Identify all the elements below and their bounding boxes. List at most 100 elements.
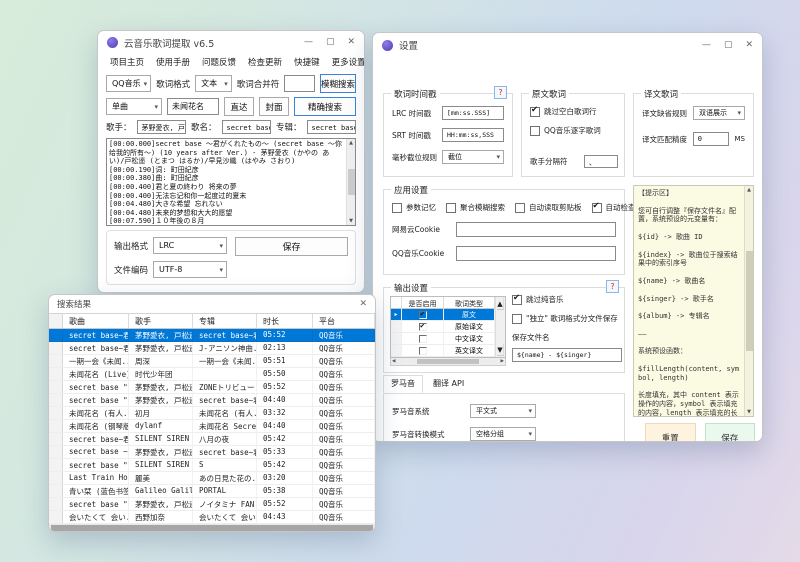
row-selector[interactable] <box>49 498 63 510</box>
maximize-icon[interactable]: ▢ <box>724 41 733 50</box>
romaji-system-select[interactable]: 平文式 ▾ <box>470 404 536 418</box>
row-selector[interactable] <box>49 420 63 432</box>
horizontal-scrollbar[interactable]: ◀ ▶ <box>390 358 506 366</box>
lyrics-scrollbar[interactable]: ▲ ▼ <box>346 139 355 225</box>
row-selector[interactable] <box>49 355 63 367</box>
scroll-up-icon[interactable]: ▲ <box>497 298 503 310</box>
translation-precision-input[interactable]: 0 <box>693 132 729 146</box>
filename-input[interactable]: ${name} - ${singer} <box>512 348 622 362</box>
enabled-cell[interactable] <box>402 309 444 321</box>
row-selector[interactable] <box>49 446 63 458</box>
checkbox[interactable] <box>419 335 427 343</box>
table-row[interactable]: secret base "君.. 茅野愛衣, 戸松遥.. ノイタミナ FAN..… <box>49 498 375 511</box>
help-icon[interactable]: ? <box>494 86 507 99</box>
maximize-icon[interactable]: ▢ <box>326 38 335 47</box>
checkbox[interactable] <box>512 314 522 324</box>
album-field[interactable]: secret base~君 <box>307 120 356 134</box>
cover-button[interactable]: 封面 <box>259 97 289 116</box>
checkbox-option[interactable]: 聚合模糊搜索 <box>446 202 505 213</box>
col-album[interactable]: 专辑 <box>193 314 257 328</box>
lrc-timestamp-input[interactable]: [mm:ss.SSS] <box>442 106 504 120</box>
menu-item[interactable]: 快捷键 <box>294 56 320 68</box>
table-row[interactable]: secret base~君.. SILENT SIREN 八月の夜 05:42 … <box>49 433 375 446</box>
row-selector[interactable] <box>49 433 63 445</box>
save-button[interactable]: 保存 <box>705 423 756 442</box>
horizontal-scrollbar[interactable] <box>49 524 375 532</box>
close-icon[interactable]: ✕ <box>359 300 367 309</box>
scroll-right-icon[interactable]: ▶ <box>501 359 504 364</box>
type-select[interactable]: 单曲 ▾ <box>106 98 162 115</box>
row-selector[interactable] <box>49 407 63 419</box>
checkbox[interactable] <box>515 203 525 213</box>
col-platform[interactable]: 平台 <box>313 314 375 328</box>
row-selector[interactable] <box>391 333 402 345</box>
row-selector[interactable] <box>49 381 63 393</box>
row-selector[interactable] <box>49 459 63 471</box>
table-row[interactable]: secret base "君.. 茅野愛衣, 戸松遥.. secret base… <box>49 394 375 407</box>
translation-rule-select[interactable]: 双语展示 ▾ <box>693 106 745 120</box>
ms-rule-select[interactable]: 截位 ▾ <box>442 150 504 164</box>
menu-item[interactable]: 更多设置 <box>332 56 365 68</box>
table-row[interactable]: 未闻花名 (Live) 时代少年团 05:50 QQ音乐 <box>49 368 375 381</box>
format-select[interactable]: 文本 ▾ <box>195 75 232 92</box>
platform-select[interactable]: QQ音乐 ▾ <box>106 75 151 92</box>
row-selector[interactable] <box>391 345 402 357</box>
keyword-input[interactable]: 未闻花名 <box>167 98 219 115</box>
row-selector[interactable] <box>391 309 402 321</box>
help-icon[interactable]: ? <box>606 280 619 293</box>
menu-item[interactable]: 使用手册 <box>156 56 190 68</box>
reset-button[interactable]: 重置 <box>645 423 696 442</box>
romaji-mode-select[interactable]: 空格分组 ▾ <box>470 427 536 441</box>
singer-separator-input[interactable]: 、 <box>584 155 618 168</box>
netease-cookie-input[interactable] <box>456 222 616 237</box>
checkbox[interactable] <box>419 347 427 355</box>
col-song[interactable]: 歌曲 <box>63 314 129 328</box>
menu-item[interactable]: 问题反馈 <box>202 56 236 68</box>
enabled-cell[interactable] <box>402 345 444 357</box>
table-row[interactable]: 青い栞 (蓝色书签) Galileo Galilei PORTAL 05:38 … <box>49 485 375 498</box>
row-selector[interactable] <box>49 472 63 484</box>
row-selector[interactable] <box>49 485 63 497</box>
encoding-select[interactable]: UTF-8 ▾ <box>153 261 227 278</box>
checkbox[interactable] <box>392 203 402 213</box>
table-row[interactable]: 未闻花名 (有人.. 初月 未闻花名 (有人.. 03:32 QQ音乐 <box>49 407 375 420</box>
menu-item[interactable]: 检查更新 <box>248 56 282 68</box>
scrollbar-thumb[interactable] <box>417 359 479 364</box>
scrollbar-thumb[interactable] <box>51 525 373 532</box>
srt-timestamp-input[interactable]: HH:mm:ss,SSS <box>442 128 504 142</box>
table-row[interactable]: Last Train Home.. 麗美 あの日見た花の.. 03:20 QQ音… <box>49 472 375 485</box>
checkbox[interactable] <box>419 323 427 331</box>
menu-item[interactable]: 项目主页 <box>110 56 144 68</box>
scroll-up-icon[interactable]: ▲ <box>747 187 751 193</box>
table-row[interactable]: secret base~君.. 茅野愛衣, 戸松遥.. J-アニソン神曲.. 0… <box>49 342 375 355</box>
scroll-down-icon[interactable]: ▼ <box>349 218 353 224</box>
table-row[interactable]: secret base "君.. 茅野愛衣, 戸松遥.. ZONEトリビュー..… <box>49 381 375 394</box>
songname-field[interactable]: secret base~君 <box>222 120 271 134</box>
checkbox-option[interactable]: QQ音乐逐字歌词 <box>530 125 616 136</box>
tips-scrollbar[interactable]: ▲ ▼ <box>744 186 753 416</box>
scroll-down-icon[interactable]: ▼ <box>747 409 751 415</box>
table-row[interactable]: secret base~君.. 茅野愛衣, 戸松遥.. secret base~… <box>49 329 375 342</box>
tab-translate-api[interactable]: 翻译 API <box>425 375 472 393</box>
row-selector[interactable] <box>49 511 63 523</box>
checkbox[interactable] <box>446 203 456 213</box>
minimize-icon[interactable]: — <box>702 41 711 50</box>
checkbox[interactable] <box>530 126 540 136</box>
row-selector[interactable] <box>49 329 63 341</box>
col-singer[interactable]: 歌手 <box>129 314 193 328</box>
scrollbar-thumb[interactable] <box>746 251 753 351</box>
row-selector[interactable] <box>49 342 63 354</box>
table-row[interactable]: 未闻花名 (钢琴版) dylanf 未闻花名 Secret.. 04:40 QQ… <box>49 420 375 433</box>
checkbox[interactable] <box>512 295 522 305</box>
tab-romaji[interactable]: 罗马音 <box>383 375 423 393</box>
enabled-cell[interactable] <box>402 321 444 333</box>
row-selector[interactable] <box>391 321 402 333</box>
lyrics-textarea[interactable]: [00:00.000]secret base ～君がくれたもの～ (secret… <box>106 138 356 226</box>
checkbox-option[interactable]: 自动读取剪贴板 <box>515 202 582 213</box>
direct-button[interactable]: 直达 <box>224 97 254 116</box>
close-icon[interactable]: ✕ <box>347 38 355 47</box>
table-row[interactable]: secret base ~.. 茅野愛衣, 戸松遥.. secret base~… <box>49 446 375 459</box>
scroll-left-icon[interactable]: ◀ <box>392 359 395 364</box>
table-row[interactable]: 会いたくて 会い.. 西野加奈 会いたくて 会い.. 04:43 QQ音乐 <box>49 511 375 524</box>
scroll-down-icon[interactable]: ▼ <box>497 344 503 356</box>
